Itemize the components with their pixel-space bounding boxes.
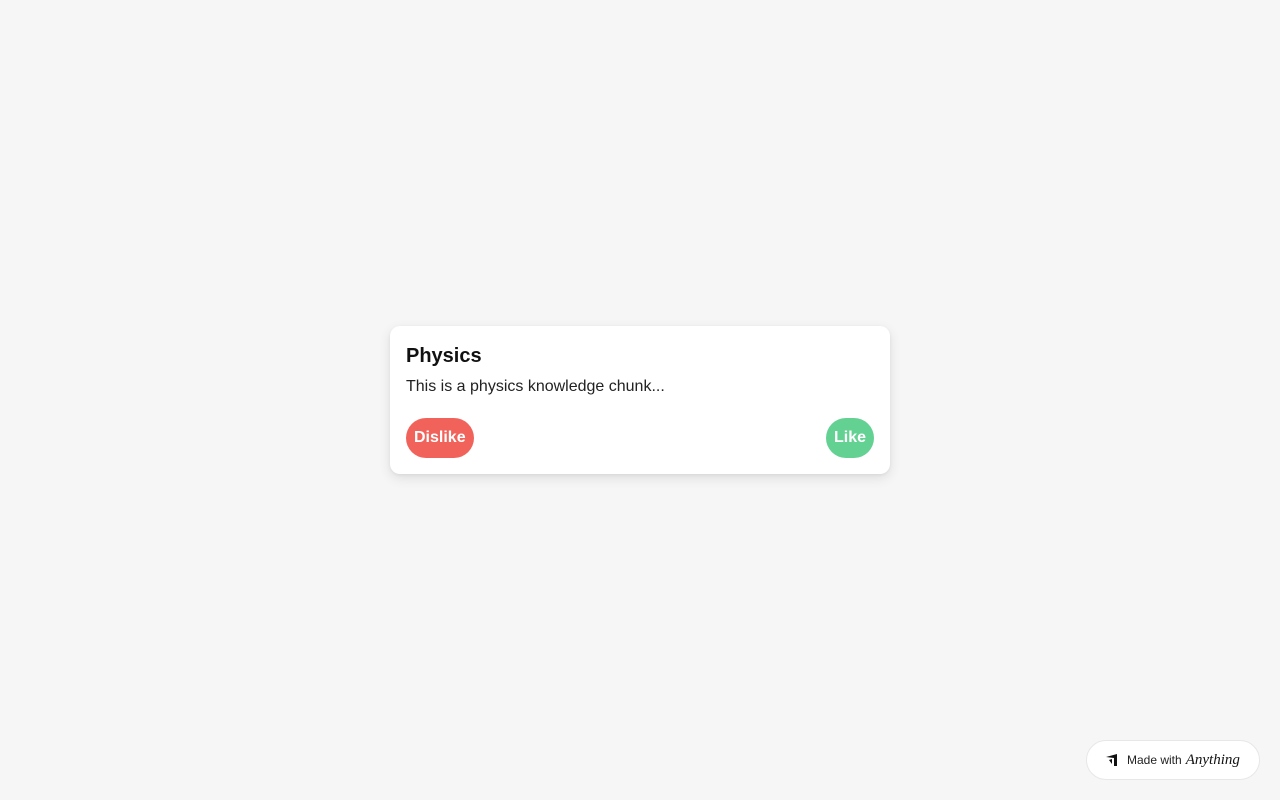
badge-prefix: Made with — [1127, 753, 1182, 767]
like-button[interactable]: Like — [825, 418, 874, 458]
card-actions: Dislike Like — [406, 418, 874, 458]
badge-brand: Anything — [1185, 751, 1240, 768]
card-title: Physics — [406, 345, 482, 367]
card-text: This is a physics knowledge chunk... — [406, 378, 665, 395]
made-with-badge[interactable]: Made with Anything — [1086, 740, 1260, 780]
page: Physics This is a physics knowledge chun… — [0, 0, 1280, 800]
anything-logo-icon — [1105, 753, 1119, 767]
dislike-button[interactable]: Dislike — [406, 418, 474, 458]
knowledge-card: Physics This is a physics knowledge chun… — [390, 326, 890, 474]
